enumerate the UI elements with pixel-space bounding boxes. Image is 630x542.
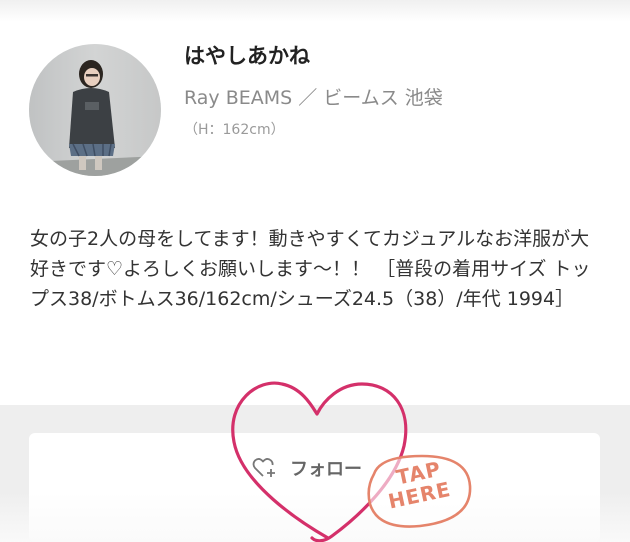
height-info: （H：162cm） bbox=[184, 122, 285, 138]
shop-name[interactable]: Ray BEAMS ／ ビームス 池袋 bbox=[184, 83, 443, 110]
bio-text: 女の子2人の母をしてます！動きやすくてカジュアルなお洋服が大好きです♡よろしくお… bbox=[30, 228, 591, 310]
profile-name: はやしあかね bbox=[184, 44, 310, 68]
top-strip bbox=[0, 0, 630, 22]
profile-photo-icon bbox=[29, 44, 161, 176]
tap-here-badge[interactable]: TAP HERE bbox=[360, 452, 476, 532]
avatar[interactable] bbox=[29, 44, 161, 176]
